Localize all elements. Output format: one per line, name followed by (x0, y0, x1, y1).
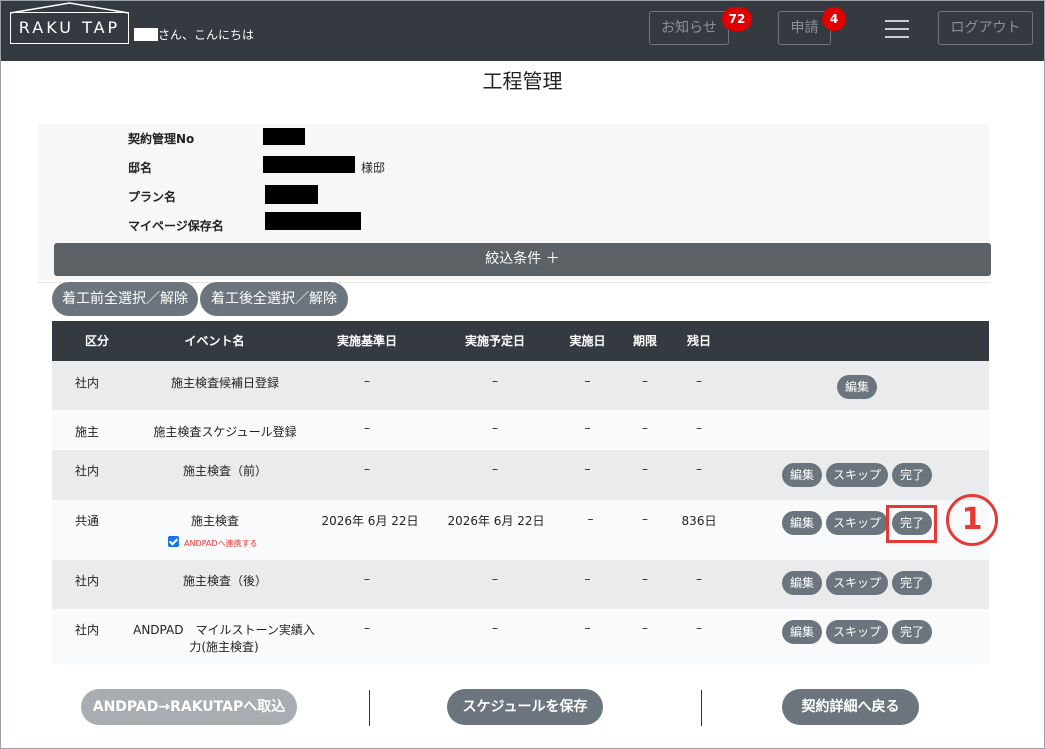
select-after-construction-button[interactable]: 着工後全選択／解除 (200, 282, 348, 316)
row-event-name-line1: ANDPAD マイルストーン実績入 (133, 623, 315, 637)
row-planned-date: 2026年 6月 22日 (447, 514, 545, 528)
row-category: 社内 (74, 376, 99, 390)
col-planned-date: 実施予定日 (464, 334, 525, 348)
redacted-mypage-name (265, 212, 361, 230)
row-planned-date: – (492, 462, 498, 476)
row-category: 社内 (74, 464, 99, 478)
hamburger-menu-icon[interactable] (885, 20, 909, 38)
row-planned-date: – (492, 421, 498, 435)
back-to-contract-button[interactable]: 契約詳細へ戻る (782, 689, 919, 725)
col-remaining: 残日 (686, 334, 711, 348)
page-title: 工程管理 (482, 69, 563, 93)
col-done-date: 実施日 (569, 334, 606, 348)
footer-divider (369, 690, 370, 726)
row-remaining: – (696, 572, 702, 586)
table-header: 区分 イベント名 実施基準日 実施予定日 実施日 期限 残日 (52, 321, 989, 361)
row-done-date: – (584, 462, 591, 476)
andpad-import-button[interactable]: ANDPAD→RAKUTAPへ取込 (81, 689, 297, 725)
row-done-date: – (584, 374, 591, 388)
row-remaining: – (696, 621, 702, 635)
redacted-plan (265, 185, 318, 204)
row-event-name: 施主検査候補日登録 (170, 376, 279, 390)
greeting-text: さん、こんにちは (158, 28, 255, 42)
row-done-date: – (584, 421, 591, 435)
row-category: 施主 (74, 425, 99, 439)
app-logo[interactable]: RAKU TAP (10, 12, 129, 44)
row-base-date: – (364, 462, 370, 476)
save-schedule-button[interactable]: スケジュールを保存 (447, 689, 603, 725)
requests-count-badge: 4 (822, 7, 846, 31)
edit-button[interactable]: 編集 (782, 463, 822, 487)
row-base-date: – (364, 374, 370, 388)
row-planned-date: – (492, 374, 498, 388)
row-deadline: – (642, 421, 648, 435)
complete-button[interactable]: 完了 (892, 571, 932, 595)
edit-button[interactable]: 編集 (782, 620, 822, 644)
col-category: 区分 (84, 334, 109, 348)
col-base-date: 実施基準日 (336, 334, 397, 348)
residence-suffix: 様邸 (361, 161, 386, 175)
row-deadline: – (642, 572, 648, 586)
row-planned-date: – (492, 621, 498, 635)
select-before-construction-button[interactable]: 着工前全選択／解除 (52, 282, 198, 316)
row-event-name: 施主検査（前） (182, 464, 267, 478)
logout-button[interactable]: ログアウト (938, 11, 1033, 45)
row-deadline: – (642, 374, 648, 388)
row-deadline: – (642, 462, 648, 476)
col-deadline: 期限 (632, 334, 657, 348)
notices-button[interactable]: お知らせ (649, 11, 729, 45)
edit-button[interactable]: 編集 (782, 571, 822, 595)
edit-button[interactable]: 編集 (782, 511, 822, 535)
row-category: 社内 (74, 574, 99, 588)
complete-button-highlight (886, 505, 937, 543)
plan-label: プラン名 (128, 190, 177, 204)
skip-button[interactable]: スキップ (826, 463, 888, 487)
mypage-name-label: マイページ保存名 (128, 219, 224, 233)
row-event-name: 施主検査 (190, 514, 239, 528)
skip-button[interactable]: スキップ (826, 571, 888, 595)
row-deadline: – (642, 512, 648, 526)
contract-no-label: 契約管理No (128, 132, 195, 146)
complete-button[interactable]: 完了 (892, 620, 932, 644)
row-remaining: – (696, 462, 702, 476)
row-event-name: 施主検査（後） (182, 574, 267, 588)
footer-divider (701, 690, 702, 726)
row-done-date: – (584, 621, 591, 635)
row-base-date: – (364, 572, 370, 586)
row-done-date: – (587, 512, 594, 526)
row-remaining: 836日 (681, 514, 717, 528)
filter-toggle-button[interactable]: 絞込条件 ＋ (54, 243, 991, 276)
row-remaining: – (696, 374, 702, 388)
row-base-date: – (364, 621, 370, 635)
notices-count-badge: 72 (722, 7, 752, 31)
row-remaining: – (696, 421, 702, 435)
andpad-sync-label: ANDPADへ連携する (184, 539, 258, 548)
col-event-name: イベント名 (184, 334, 245, 348)
row-planned-date: – (492, 572, 498, 586)
row-category: 共通 (74, 514, 99, 528)
skip-button[interactable]: スキップ (826, 620, 888, 644)
andpad-sync-checkbox[interactable] (168, 536, 179, 547)
residence-label: 邸名 (128, 161, 153, 175)
row-event-name-line2: 力(施主検査) (189, 640, 259, 654)
row-category: 社内 (74, 623, 99, 637)
row-event-name: 施主検査スケジュール登録 (153, 425, 297, 439)
redacted-username (134, 28, 158, 41)
redacted-contract-no (263, 128, 305, 145)
edit-button[interactable]: 編集 (837, 375, 877, 399)
row-done-date: – (584, 572, 591, 586)
row-base-date: – (364, 421, 370, 435)
row-base-date: 2026年 6月 22日 (321, 514, 419, 528)
step-number-annotation: 1 (946, 494, 998, 546)
row-deadline: – (642, 621, 648, 635)
skip-button[interactable]: スキップ (826, 511, 888, 535)
redacted-residence (263, 156, 355, 173)
complete-button[interactable]: 完了 (892, 463, 932, 487)
